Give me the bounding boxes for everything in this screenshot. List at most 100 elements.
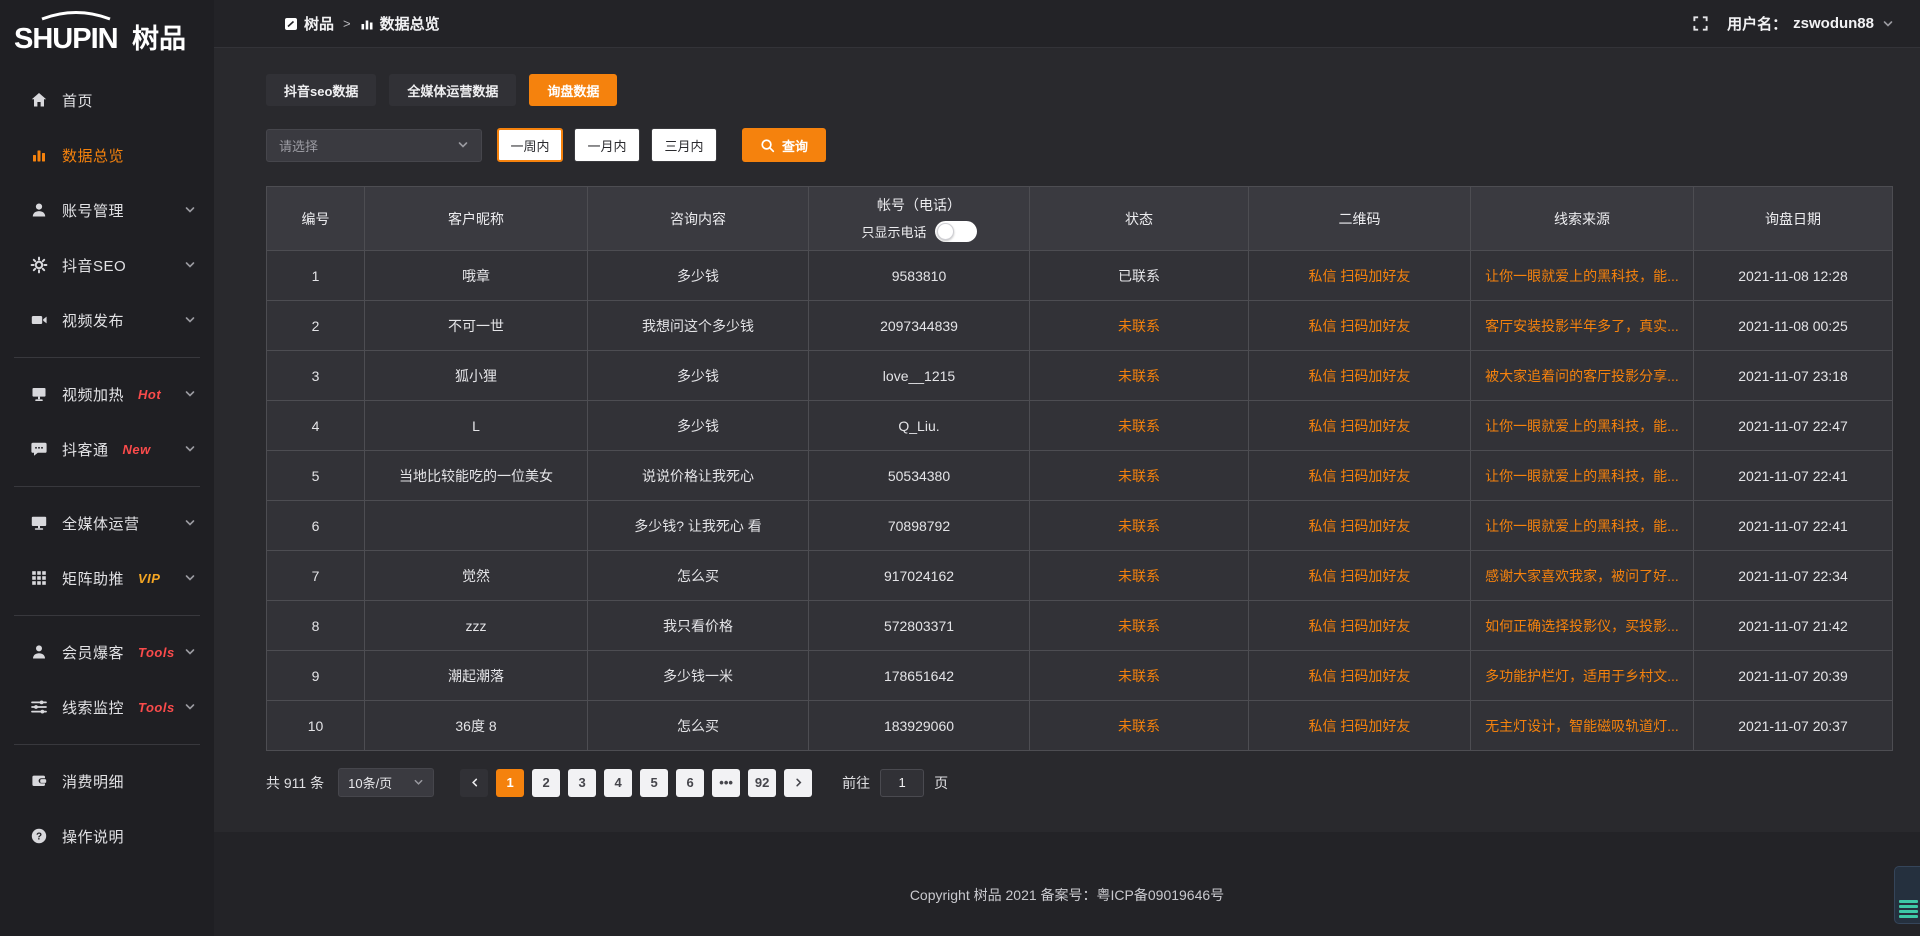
- wallet-icon: [30, 772, 48, 790]
- fullscreen-icon[interactable]: [1692, 15, 1709, 32]
- cell-source-link[interactable]: 让你一眼就爱上的黑科技，能...: [1471, 501, 1694, 551]
- cell-qrcode-link[interactable]: 私信 扫码加好友: [1249, 551, 1471, 601]
- period-buttons: 一周内 一月内 三月内: [497, 128, 717, 162]
- page-number-button[interactable]: 5: [640, 769, 668, 797]
- cell-date: 2021-11-07 20:37: [1694, 701, 1893, 751]
- filter-select[interactable]: 请选择: [266, 129, 482, 162]
- cell-qrcode-link[interactable]: 私信 扫码加好友: [1249, 601, 1471, 651]
- cell-qrcode-link[interactable]: 私信 扫码加好友: [1249, 251, 1471, 301]
- sidebar-item[interactable]: 会员爆客 Tools: [0, 627, 214, 677]
- table-row: 1 哦章 多少钱 9583810 已联系 私信 扫码加好友 让你一眼就爱上的黑科…: [267, 251, 1893, 301]
- table-header-row: 编号 客户昵称 咨询内容 帐号（电话） 只显示电话 状态 二维码 线索来源: [267, 187, 1893, 251]
- period-button-label: 一周内: [510, 136, 549, 155]
- breadcrumb-home[interactable]: 树品: [284, 13, 334, 34]
- col-header-id: 编号: [267, 187, 365, 251]
- page-number-button[interactable]: 3: [568, 769, 596, 797]
- prev-page-button[interactable]: [460, 769, 488, 797]
- cell-qrcode-link[interactable]: 私信 扫码加好友: [1249, 301, 1471, 351]
- cell-nickname: 哦章: [365, 251, 588, 301]
- sidebar-item[interactable]: 抖客通 New: [0, 424, 214, 474]
- period-button[interactable]: 三月内: [651, 128, 717, 162]
- sidebar-item[interactable]: 视频加热 Hot: [0, 369, 214, 419]
- sidebar-item[interactable]: ? 操作说明: [0, 811, 214, 861]
- sidebar-item[interactable]: 全媒体运营: [0, 498, 214, 548]
- user-menu[interactable]: 用户名：zswodun88: [1727, 13, 1894, 34]
- sidebar-item[interactable]: 矩阵助推 VIP: [0, 553, 214, 603]
- cell-qrcode-link[interactable]: 私信 扫码加好友: [1249, 651, 1471, 701]
- cell-source-link[interactable]: 感谢大家喜欢我家，被问了好...: [1471, 551, 1694, 601]
- copyright-text: Copyright 树品 2021 备案号：粤ICP备09019646号: [910, 885, 1224, 905]
- cell-source-link[interactable]: 让你一眼就爱上的黑科技，能...: [1471, 251, 1694, 301]
- sidebar-item-label: 矩阵助推: [62, 568, 124, 589]
- sidebar-item-label: 抖音SEO: [62, 255, 126, 276]
- next-page-button[interactable]: [784, 769, 812, 797]
- sidebar-item-label: 会员爆客: [62, 642, 124, 663]
- inquiry-table: 编号 客户昵称 咨询内容 帐号（电话） 只显示电话 状态 二维码 线索来源: [266, 186, 1893, 751]
- tab[interactable]: 询盘数据: [529, 74, 617, 106]
- page-number-button[interactable]: 4: [604, 769, 632, 797]
- sidebar-item-label: 抖客通: [62, 439, 109, 460]
- page-number-label: 4: [614, 775, 621, 790]
- col-header-status: 状态: [1030, 187, 1249, 251]
- chevron-down-icon: [184, 517, 196, 529]
- sliders-icon: [30, 698, 48, 716]
- chevron-down-icon: [184, 388, 196, 400]
- phone-only-toggle[interactable]: [935, 221, 977, 242]
- cell-account: 9583810: [809, 251, 1030, 301]
- goto-page-input[interactable]: [880, 769, 924, 797]
- sidebar-item[interactable]: 数据总览: [0, 130, 214, 180]
- cell-source-link[interactable]: 被大家追着问的客厅投影分享...: [1471, 351, 1694, 401]
- page-number-button[interactable]: 2: [532, 769, 560, 797]
- cell-qrcode-link[interactable]: 私信 扫码加好友: [1249, 501, 1471, 551]
- video-heat-icon: [30, 385, 48, 403]
- corner-widget[interactable]: [1894, 866, 1920, 924]
- page-number-button[interactable]: •••: [712, 769, 740, 797]
- query-button[interactable]: 查询: [742, 128, 826, 162]
- sidebar-item[interactable]: 抖音SEO: [0, 240, 214, 290]
- cell-source-link[interactable]: 让你一眼就爱上的黑科技，能...: [1471, 451, 1694, 501]
- cell-source-link[interactable]: 无主灯设计，智能磁吸轨道灯...: [1471, 701, 1694, 751]
- sidebar-item[interactable]: 账号管理: [0, 185, 214, 235]
- chevron-down-icon: [184, 259, 196, 271]
- cell-content: 多少钱一米: [588, 651, 809, 701]
- sidebar-item[interactable]: 线索监控 Tools: [0, 682, 214, 732]
- period-button[interactable]: 一周内: [497, 128, 563, 162]
- page-number-button[interactable]: 1: [496, 769, 524, 797]
- monitor-icon: [30, 514, 48, 532]
- period-button[interactable]: 一月内: [574, 128, 640, 162]
- tab[interactable]: 全媒体运营数据: [389, 74, 516, 106]
- video-upload-icon: [30, 311, 48, 329]
- breadcrumb-current[interactable]: 数据总览: [360, 13, 440, 34]
- table-row: 5 当地比较能吃的一位美女 说说价格让我死心 50534380 未联系 私信 扫…: [267, 451, 1893, 501]
- page-number-button[interactable]: 6: [676, 769, 704, 797]
- cell-source-link[interactable]: 客厅安装投影半年多了，真实...: [1471, 301, 1694, 351]
- cell-source-link[interactable]: 如何正确选择投影仪，买投影...: [1471, 601, 1694, 651]
- cell-nickname: 觉然: [365, 551, 588, 601]
- cell-content: 多少钱: [588, 251, 809, 301]
- cell-status: 未联系: [1030, 601, 1249, 651]
- sidebar-item[interactable]: 首页: [0, 75, 214, 125]
- cell-account: 917024162: [809, 551, 1030, 601]
- cell-qrcode-link[interactable]: 私信 扫码加好友: [1249, 351, 1471, 401]
- cell-qrcode-link[interactable]: 私信 扫码加好友: [1249, 451, 1471, 501]
- cell-content: 我只看价格: [588, 601, 809, 651]
- cell-qrcode-link[interactable]: 私信 扫码加好友: [1249, 401, 1471, 451]
- page-number-label: •••: [719, 775, 733, 790]
- sidebar-item[interactable]: 视频发布: [0, 295, 214, 345]
- sidebar: SHUPIN 树品: [0, 0, 214, 936]
- cell-id: 9: [267, 651, 365, 701]
- cell-qrcode-link[interactable]: 私信 扫码加好友: [1249, 701, 1471, 751]
- cell-source-link[interactable]: 让你一眼就爱上的黑科技，能...: [1471, 401, 1694, 451]
- cell-source-link[interactable]: 多功能护栏灯，适用于乡村文...: [1471, 651, 1694, 701]
- page-size-select[interactable]: 10条/页: [338, 768, 434, 797]
- chevron-down-icon: [184, 204, 196, 216]
- period-button-label: 三月内: [664, 136, 703, 155]
- page-number-button[interactable]: 92: [748, 769, 776, 797]
- sidebar-item[interactable]: 消费明细: [0, 756, 214, 806]
- cell-id: 3: [267, 351, 365, 401]
- bar-chart-icon: [360, 17, 374, 31]
- dashboard-icon: [284, 17, 298, 31]
- page-size-value: 10条/页: [348, 773, 392, 792]
- tab[interactable]: 抖音seo数据: [266, 74, 376, 106]
- cell-content: 怎么买: [588, 551, 809, 601]
